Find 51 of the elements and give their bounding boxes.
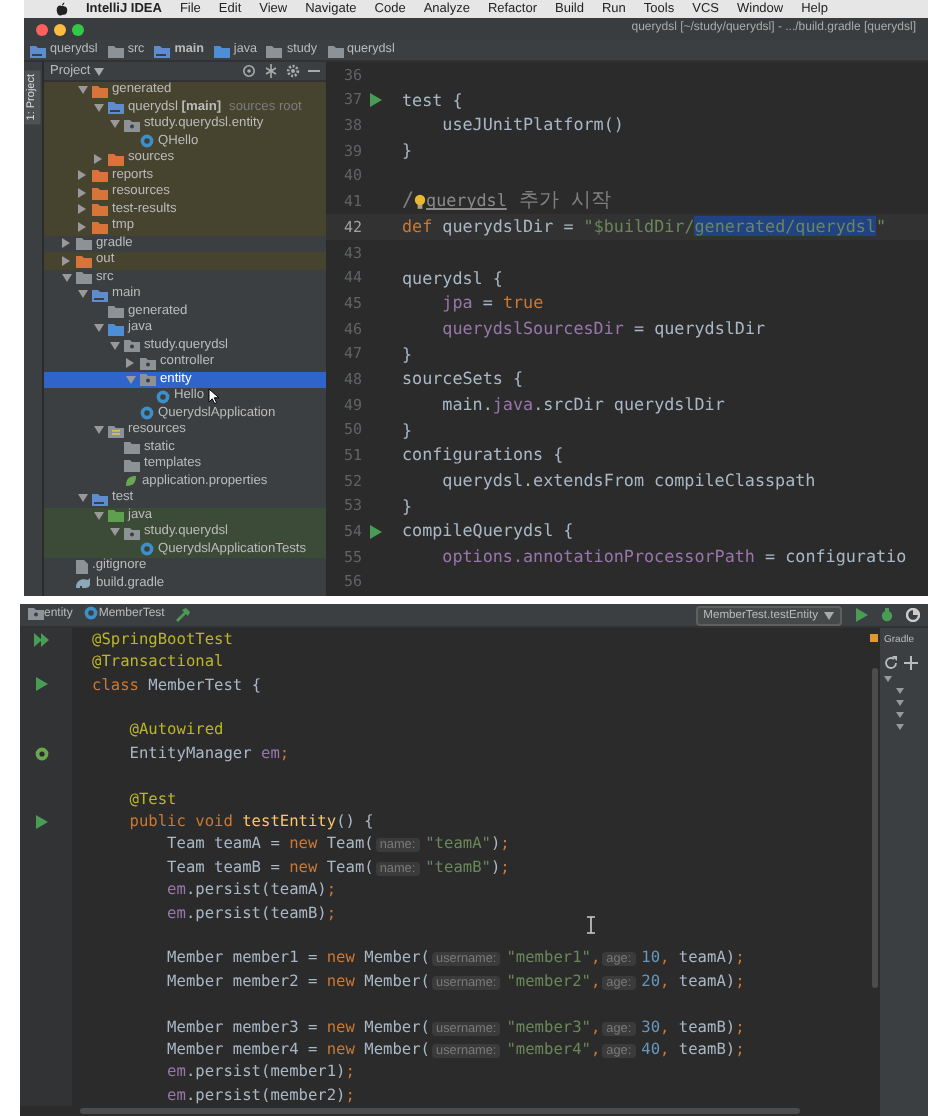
leaf-icon xyxy=(124,474,138,489)
text-cursor-icon xyxy=(586,916,596,934)
code-line: main.java.srcDir querydslDir xyxy=(440,391,725,418)
code-line: querydsl.extendsFrom compileClasspath xyxy=(440,468,816,494)
scrollbar-thumb[interactable] xyxy=(80,1108,800,1114)
minimize-button[interactable] xyxy=(54,23,66,35)
file-icon xyxy=(76,559,88,574)
add-icon[interactable] xyxy=(904,655,918,669)
refresh-icon[interactable] xyxy=(884,655,898,669)
maximize-button[interactable] xyxy=(72,23,84,35)
warning-marker-icon xyxy=(870,634,878,642)
code-line: } xyxy=(402,493,413,519)
collapse-icon[interactable] xyxy=(264,64,278,78)
gradle-file-icon xyxy=(76,576,92,591)
run-icon[interactable] xyxy=(368,523,384,540)
code-line: options.annotationProcessorPath = configuratio xyxy=(440,544,907,570)
code-line: test { xyxy=(402,87,463,113)
run-icon[interactable] xyxy=(368,92,384,109)
locate-icon[interactable] xyxy=(242,64,256,78)
code-line: } xyxy=(402,417,413,443)
run-icon[interactable] xyxy=(34,813,50,830)
code-line: querydsl { xyxy=(402,265,503,291)
logo-icon xyxy=(56,2,68,16)
hide-icon[interactable] xyxy=(308,64,320,78)
debug-icon[interactable] xyxy=(880,608,894,622)
code-line: querydslSourcesDir = querydslDir xyxy=(440,315,766,342)
run-icon[interactable] xyxy=(34,676,50,693)
caret-icon xyxy=(824,611,834,619)
run-icon[interactable] xyxy=(854,608,868,622)
run-icon[interactable] xyxy=(34,631,50,648)
code-line: useJUnitPlatform() xyxy=(440,112,624,139)
code-text: 추가 시작 xyxy=(516,190,611,213)
code-text: / xyxy=(402,190,415,213)
bean-icon[interactable] xyxy=(34,745,50,762)
code-line: } xyxy=(402,341,413,367)
class-icon xyxy=(140,542,154,557)
mouse-pointer-icon xyxy=(208,388,220,404)
code-line: sourceSets { xyxy=(402,366,524,392)
lightbulb-icon xyxy=(414,193,427,210)
caret-icon xyxy=(94,67,105,75)
code-text: querydsl xyxy=(426,190,507,211)
build-icon[interactable] xyxy=(176,608,191,622)
close-button[interactable] xyxy=(36,23,48,35)
code-line: def querydslDir = "$buildDir/generated/querydsl" xyxy=(402,214,887,240)
settings-icon[interactable] xyxy=(286,64,300,78)
code-line: } xyxy=(402,138,413,164)
class-icon xyxy=(140,134,154,149)
code-line: jpa = true xyxy=(440,290,544,316)
code-line: configurations { xyxy=(402,442,564,468)
code-line: compileQuerydsl { xyxy=(402,518,574,545)
coverage-icon[interactable] xyxy=(906,608,920,622)
